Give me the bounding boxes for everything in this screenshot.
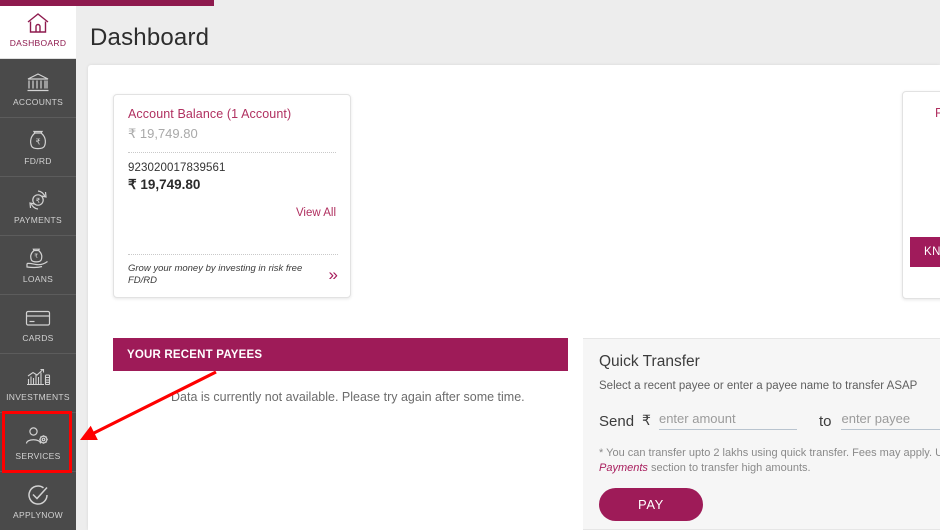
page-title: Dashboard xyxy=(90,24,210,51)
promo-card-title: F xyxy=(935,106,940,120)
sidebar-label-accounts: ACCOUNTS xyxy=(12,97,64,107)
investments-chart-icon xyxy=(23,364,53,390)
payee-input[interactable] xyxy=(841,411,940,430)
sidebar-item-investments[interactable]: INVESTMENTS xyxy=(0,354,76,413)
loan-hand-icon: ₹ xyxy=(23,246,53,272)
note-prefix: * You can transfer upto 2 lakhs using qu… xyxy=(599,447,940,459)
balance-card-footer: Grow your money by investing in risk fre… xyxy=(128,254,338,287)
dashboard-page: DASHBOARD ACCOUNTS ₹ FD/RD ₹ PAYMENTS ₹ … xyxy=(0,0,940,530)
credit-card-icon xyxy=(23,305,53,331)
recent-payees-header: YOUR RECENT PAYEES xyxy=(113,338,568,371)
sidebar-label-investments: INVESTMENTS xyxy=(6,392,70,402)
recent-payees-empty-message: Data is currently not available. Please … xyxy=(171,390,525,404)
quick-transfer-panel: Quick Transfer Select a recent payee or … xyxy=(583,338,940,530)
account-balance-total: ₹ 19,749.80 xyxy=(128,126,198,141)
pay-button[interactable]: PAY xyxy=(599,488,703,521)
sidebar-item-dashboard[interactable]: DASHBOARD xyxy=(0,0,76,59)
sidebar-label-fdrd: FD/RD xyxy=(24,156,52,166)
svg-text:₹: ₹ xyxy=(36,197,41,205)
promo-card: F KNO xyxy=(902,91,940,299)
quick-transfer-form-row: Send ₹ to xyxy=(599,411,940,430)
sidebar-label-dashboard: DASHBOARD xyxy=(9,38,67,48)
amount-input[interactable] xyxy=(658,411,797,430)
rupee-symbol-icon: ₹ xyxy=(642,412,651,428)
money-bag-icon: ₹ xyxy=(23,128,53,154)
sidebar-item-cards[interactable]: CARDS xyxy=(0,295,76,354)
sidebar-label-payments: PAYMENTS xyxy=(14,215,62,225)
account-balance-title: Account Balance (1 Account) xyxy=(128,107,292,121)
account-number: 923020017839561 xyxy=(128,162,226,174)
chevron-double-right-icon[interactable]: » xyxy=(329,266,338,283)
payment-transfer-icon: ₹ xyxy=(23,187,53,213)
view-all-link[interactable]: View All xyxy=(128,207,336,219)
check-circle-icon xyxy=(23,482,53,508)
sidebar-item-loans[interactable]: ₹ LOANS xyxy=(0,236,76,295)
quick-transfer-subtitle: Select a recent payee or enter a payee n… xyxy=(599,380,918,392)
quick-transfer-note: * You can transfer upto 2 lakhs using qu… xyxy=(599,446,940,476)
account-amount: ₹ 19,749.80 xyxy=(128,177,201,192)
top-accent-bar xyxy=(0,0,214,6)
svg-text:₹: ₹ xyxy=(35,138,40,147)
sidebar-item-accounts[interactable]: ACCOUNTS xyxy=(0,59,76,118)
sidebar-item-fdrd[interactable]: ₹ FD/RD xyxy=(0,118,76,177)
left-sidebar: DASHBOARD ACCOUNTS ₹ FD/RD ₹ PAYMENTS ₹ … xyxy=(0,0,76,530)
account-balance-card: Account Balance (1 Account) ₹ 19,749.80 … xyxy=(113,94,351,298)
to-label: to xyxy=(818,413,832,430)
fd-rd-promo-text: Grow your money by investing in risk fre… xyxy=(128,263,303,286)
svg-text:₹: ₹ xyxy=(34,253,38,260)
note-payments-emphasis: Payments xyxy=(599,462,648,474)
send-label: Send xyxy=(599,413,635,430)
sidebar-item-payments[interactable]: ₹ PAYMENTS xyxy=(0,177,76,236)
sidebar-label-loans: LOANS xyxy=(22,274,54,284)
bank-icon xyxy=(23,69,53,95)
know-more-button[interactable]: KNO xyxy=(910,237,940,267)
home-icon xyxy=(23,10,53,36)
sidebar-label-services: SERVICES xyxy=(15,451,61,461)
sidebar-label-applynow: APPLYNOW xyxy=(13,510,63,520)
recent-payees-title: YOUR RECENT PAYEES xyxy=(127,348,263,361)
note-suffix: section to transfer high amounts. xyxy=(647,462,811,474)
card-divider-top xyxy=(128,152,336,153)
quick-transfer-title: Quick Transfer xyxy=(599,353,700,370)
sidebar-item-applynow[interactable]: APPLYNOW xyxy=(0,472,76,530)
sidebar-label-cards: CARDS xyxy=(22,333,54,343)
services-user-gear-icon xyxy=(23,423,53,449)
sidebar-item-services[interactable]: SERVICES xyxy=(0,413,76,472)
